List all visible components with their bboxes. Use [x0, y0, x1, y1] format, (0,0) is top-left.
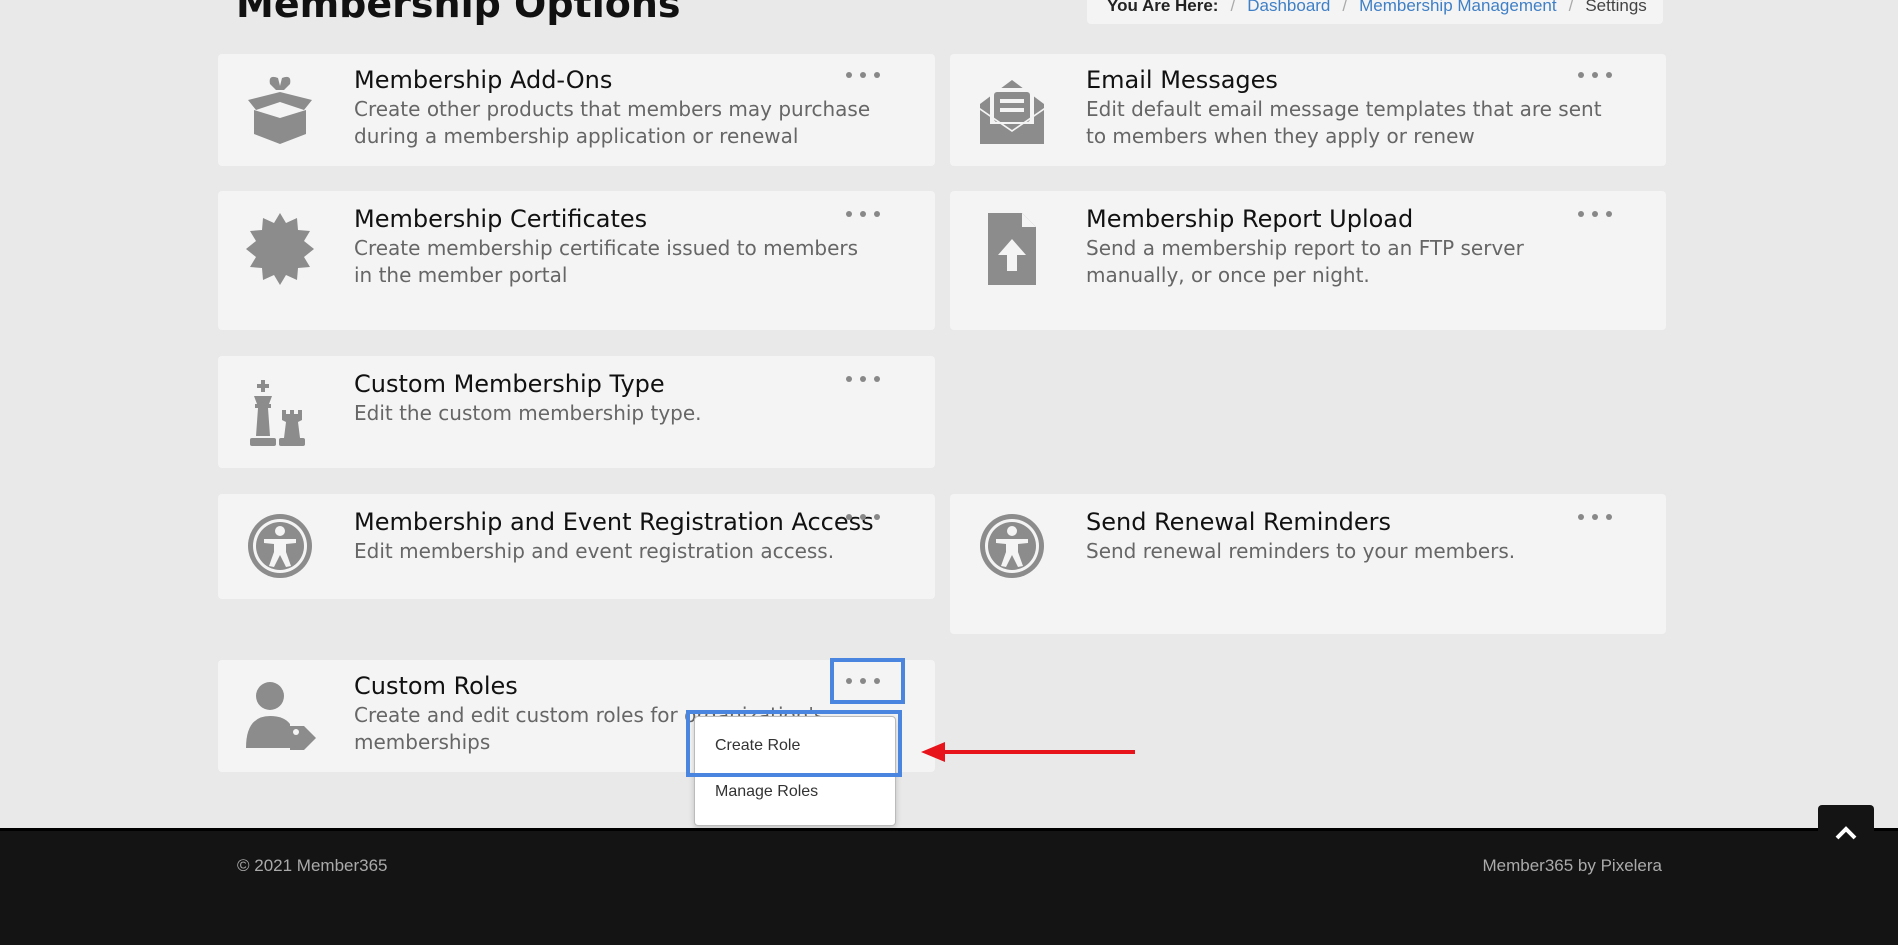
card-description: Edit membership and event registration a… — [354, 539, 835, 563]
highlight-box-more-button — [830, 658, 905, 704]
breadcrumb-link-membership-management[interactable]: Membership Management — [1359, 0, 1556, 16]
accessibility-icon — [968, 502, 1056, 590]
more-options-button[interactable] — [1578, 66, 1612, 84]
certificate-icon — [236, 205, 324, 293]
card-membership-event-registration-access[interactable]: Membership and Event Registration Access… — [218, 494, 935, 599]
breadcrumb: You Are Here: / Dashboard / Membership M… — [1087, 0, 1663, 24]
card-custom-membership-type[interactable]: Custom Membership Type Edit the custom m… — [218, 356, 935, 468]
card-title: Email Messages — [1086, 66, 1278, 94]
footer-copyright: © 2021 Member365 — [237, 856, 388, 875]
breadcrumb-separator: / — [1342, 0, 1348, 15]
page-footer: © 2021 Member365 Member365 by Pixelera — [0, 828, 1898, 945]
more-options-button[interactable] — [1578, 205, 1612, 223]
page-title: Membership Options — [236, 0, 681, 26]
card-title: Custom Membership Type — [354, 370, 665, 398]
chevron-up-icon — [1835, 826, 1857, 840]
more-options-button[interactable] — [846, 370, 880, 388]
card-title: Membership Report Upload — [1086, 205, 1414, 233]
card-email-messages[interactable]: Email Messages Edit default email messag… — [950, 54, 1666, 166]
envelope-open-icon — [968, 66, 1056, 154]
card-description: Create other products that members may p… — [354, 97, 871, 148]
file-upload-icon — [968, 205, 1056, 293]
card-send-renewal-reminders[interactable]: Send Renewal Reminders Send renewal remi… — [950, 494, 1666, 634]
breadcrumb-separator: / — [1568, 0, 1574, 15]
card-title: Send Renewal Reminders — [1086, 508, 1392, 536]
card-description: Send renewal reminders to your members. — [1086, 539, 1516, 563]
card-description: Edit default email message templates tha… — [1086, 97, 1602, 148]
accessibility-icon — [236, 502, 324, 590]
chess-icon — [236, 370, 324, 458]
more-options-button[interactable] — [846, 205, 880, 223]
card-description: Create membership certificate issued to … — [354, 236, 859, 287]
card-description: Send a membership report to an FTP serve… — [1086, 236, 1524, 287]
more-options-button[interactable] — [846, 508, 880, 526]
card-title: Membership Add-Ons — [354, 66, 613, 94]
footer-credit: Member365 by Pixelera — [1482, 856, 1662, 875]
highlight-box-create-role — [686, 710, 902, 777]
card-title: Membership and Event Registration Access — [354, 508, 874, 536]
card-membership-report-upload[interactable]: Membership Report Upload Send a membersh… — [950, 191, 1666, 330]
more-options-button[interactable] — [846, 66, 880, 84]
breadcrumb-current: Settings — [1585, 0, 1647, 15]
annotation-arrow — [921, 742, 1135, 762]
breadcrumb-separator: / — [1230, 0, 1236, 15]
card-membership-add-ons[interactable]: Membership Add-Ons Create other products… — [218, 54, 935, 166]
card-title: Custom Roles — [354, 672, 518, 700]
user-tag-icon — [236, 672, 324, 760]
more-options-button[interactable] — [1578, 508, 1612, 526]
open-box-icon — [236, 66, 324, 154]
breadcrumb-link-dashboard[interactable]: Dashboard — [1247, 0, 1330, 16]
card-membership-certificates[interactable]: Membership Certificates Create membershi… — [218, 191, 935, 330]
card-description: Edit the custom membership type. — [354, 401, 702, 425]
breadcrumb-label: You Are Here: — [1107, 0, 1219, 15]
card-title: Membership Certificates — [354, 205, 648, 233]
menu-item-manage-roles[interactable]: Manage Roles — [715, 783, 818, 801]
scroll-to-top-button[interactable] — [1818, 805, 1874, 861]
